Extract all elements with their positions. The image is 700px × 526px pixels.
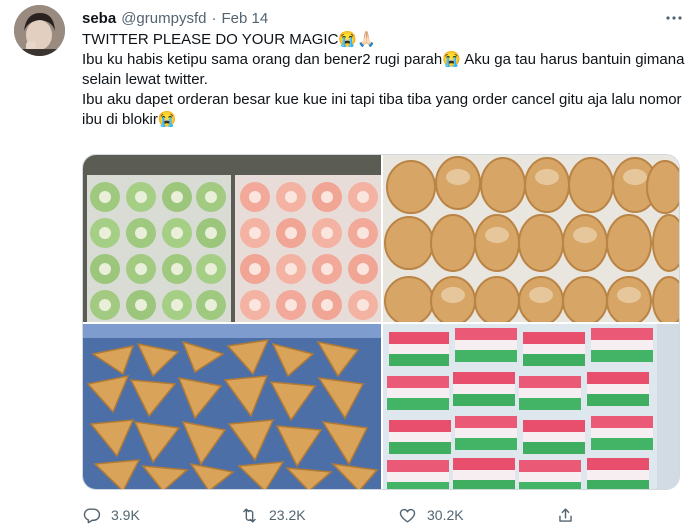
share-button[interactable] <box>556 506 575 525</box>
retweet-icon <box>243 507 256 523</box>
tweet-line-1: TWITTER PLEASE DO YOUR MAGIC😭🙏🏻 <box>82 31 376 48</box>
share-icon <box>559 507 572 522</box>
separator-dot: · <box>211 9 217 27</box>
like-button[interactable]: 30.2K <box>398 506 556 525</box>
tweet-line-2: Ibu ku habis ketipu sama orang dan bener… <box>82 51 689 88</box>
reply-icon <box>83 507 101 523</box>
tweet-line-3: Ibu aku dapet orderan besar kue kue ini … <box>82 91 686 128</box>
photo-layered-cakes[interactable] <box>383 324 679 489</box>
reply-count: 3.9K <box>111 507 140 523</box>
author-name[interactable]: seba <box>82 10 116 27</box>
photo-sugar-donuts[interactable] <box>383 155 679 322</box>
tweet-date[interactable]: Feb 14 <box>221 10 268 27</box>
photo-grid <box>82 154 680 490</box>
tweet-header: seba @grumpysfd · Feb 14 <box>82 6 686 30</box>
photo-green-pink-cakes[interactable] <box>83 155 381 322</box>
tweet-actions: 3.9K 23.2K 30.2K <box>82 503 602 526</box>
reply-button[interactable]: 3.9K <box>82 506 240 525</box>
tweet-text: TWITTER PLEASE DO YOUR MAGIC😭🙏🏻 Ibu ku h… <box>82 30 686 130</box>
like-icon <box>399 508 416 523</box>
retweet-button[interactable]: 23.2K <box>240 506 398 525</box>
author-handle[interactable]: @grumpysfd <box>121 10 206 27</box>
more-icon[interactable] <box>662 8 686 28</box>
like-count: 30.2K <box>427 507 464 523</box>
photo-fried-pastries[interactable] <box>83 324 381 489</box>
retweet-count: 23.2K <box>269 507 306 523</box>
avatar[interactable] <box>14 5 65 56</box>
